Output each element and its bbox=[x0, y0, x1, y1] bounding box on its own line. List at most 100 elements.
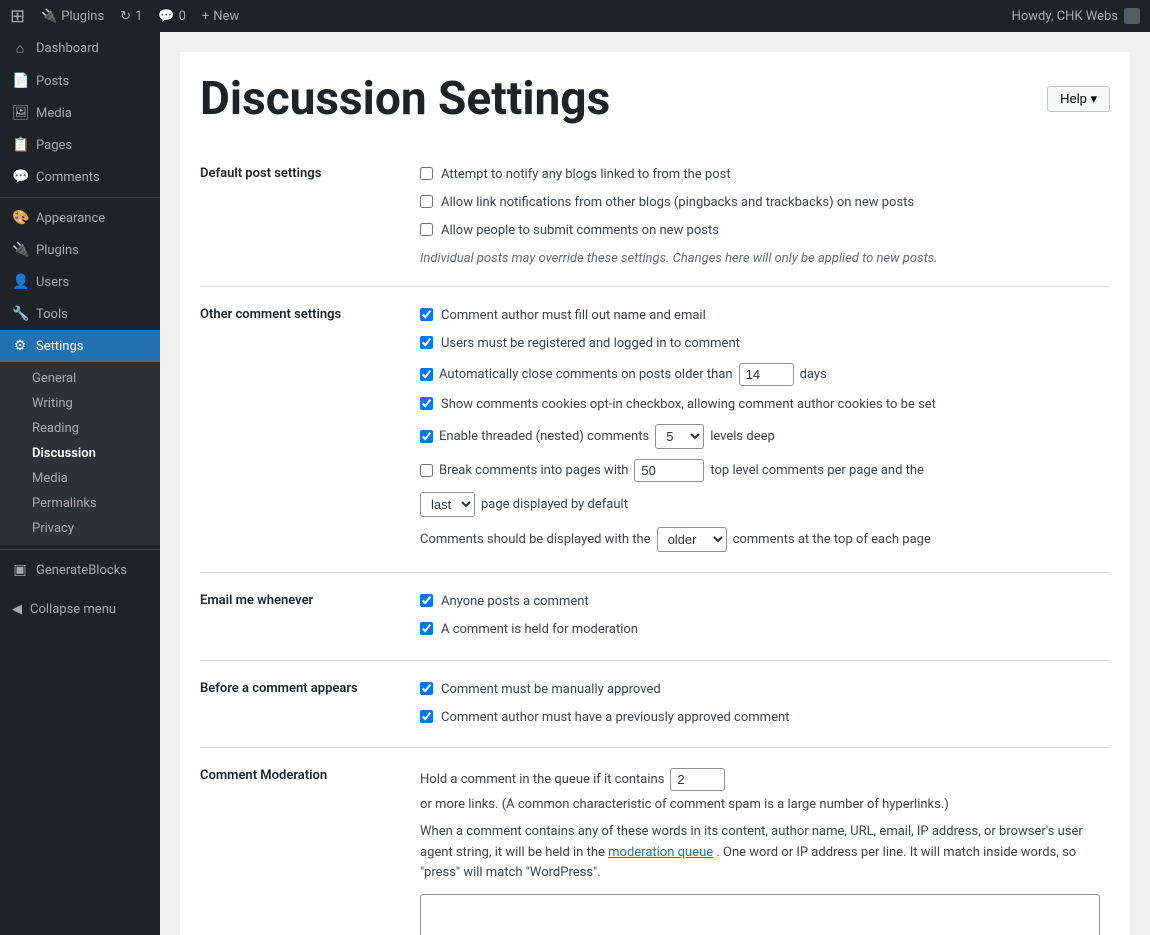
section-content-moderation: Hold a comment in the queue if it contai… bbox=[410, 747, 1110, 935]
checkbox-registered-only[interactable] bbox=[420, 336, 433, 349]
inline-row-page-displayed: last first page displayed by default bbox=[420, 492, 1100, 517]
collapse-menu-button[interactable]: ◀ Collapse menu bbox=[0, 594, 160, 625]
section-label-moderation: Comment Moderation bbox=[200, 747, 410, 935]
label-notify-blogs: Attempt to notify any blogs linked to fr… bbox=[441, 166, 731, 184]
help-button[interactable]: Help ▾ bbox=[1047, 86, 1110, 112]
submenu-media[interactable]: Media bbox=[0, 466, 160, 491]
generateblocks-icon: ▣ bbox=[12, 562, 28, 578]
checkbox-anyone-posts[interactable] bbox=[420, 594, 433, 607]
checkbox-row-anyone-posts: Anyone posts a comment bbox=[420, 593, 1100, 611]
settings-table: Default post settings Attempt to notify … bbox=[200, 146, 1110, 935]
checkbox-author-fill-out[interactable] bbox=[420, 308, 433, 321]
label-display-order-after: comments at the top of each page bbox=[733, 532, 931, 547]
checkbox-notify-blogs[interactable] bbox=[420, 167, 433, 180]
main-content: Discussion Settings Help ▾ Default post … bbox=[160, 32, 1150, 935]
sidebar-item-plugins[interactable]: 🔌 Plugins bbox=[0, 234, 160, 266]
sidebar-item-dashboard[interactable]: ⌂ Dashboard bbox=[0, 32, 160, 65]
label-author-fill-out: Comment author must fill out name and em… bbox=[441, 307, 706, 325]
adminbar-plugins[interactable]: 🔌 Plugins bbox=[41, 9, 104, 24]
label-cookies: Show comments cookies opt-in checkbox, a… bbox=[441, 396, 936, 414]
sidebar-item-media[interactable]: 🖼 Media bbox=[0, 97, 160, 129]
menu-separator-2 bbox=[0, 549, 160, 550]
checkbox-row-held-moderation: A comment is held for moderation bbox=[420, 621, 1100, 639]
tools-icon: 🔧 bbox=[12, 306, 28, 322]
inline-row-threaded: Enable threaded (nested) comments 1234 5… bbox=[420, 424, 1100, 449]
avatar bbox=[1124, 8, 1140, 24]
section-content-email: Anyone posts a comment A comment is held… bbox=[410, 573, 1110, 660]
auto-close-days-input[interactable] bbox=[739, 363, 794, 386]
settings-icon: ⚙ bbox=[12, 338, 28, 354]
dashboard-icon: ⌂ bbox=[12, 40, 28, 57]
threaded-levels-select[interactable]: 1234 567 8910 bbox=[655, 424, 704, 449]
checkbox-row-allow-comments: Allow people to submit comments on new p… bbox=[420, 222, 1100, 240]
checkbox-row-previously-approved: Comment author must have a previously ap… bbox=[420, 709, 1100, 727]
submenu-permalinks[interactable]: Permalinks bbox=[0, 491, 160, 516]
pages-count-input[interactable] bbox=[634, 459, 704, 482]
submenu-writing[interactable]: Writing bbox=[0, 391, 160, 416]
section-label-email: Email me whenever bbox=[200, 573, 410, 660]
label-manually-approved: Comment must be manually approved bbox=[441, 681, 661, 699]
checkbox-threaded[interactable] bbox=[420, 430, 433, 443]
display-order-select[interactable]: older newer bbox=[657, 527, 727, 552]
moderation-words-textarea[interactable] bbox=[420, 894, 1100, 935]
collapse-icon: ◀ bbox=[12, 602, 22, 617]
checkbox-row-cookies: Show comments cookies opt-in checkbox, a… bbox=[420, 396, 1100, 414]
section-email-me-whenever: Email me whenever Anyone posts a comment… bbox=[200, 573, 1110, 660]
checkbox-row-notify-blogs: Attempt to notify any blogs linked to fr… bbox=[420, 166, 1100, 184]
adminbar-updates[interactable]: ↻ 1 bbox=[120, 9, 142, 24]
sidebar: ⌂ Dashboard 📄 Posts 🖼 Media 📋 Pages 💬 Co… bbox=[0, 32, 160, 935]
inline-row-pages: Break comments into pages with top level… bbox=[420, 459, 1100, 482]
inline-row-hold-links: Hold a comment in the queue if it contai… bbox=[420, 768, 1100, 812]
sidebar-item-pages[interactable]: 📋 Pages bbox=[0, 129, 160, 161]
sidebar-item-settings[interactable]: ⚙ Settings bbox=[0, 330, 160, 362]
admin-bar: ⊞ 🔌 Plugins ↻ 1 💬 0 + New Howdy, CHK Web… bbox=[0, 0, 1150, 32]
submenu-general[interactable]: General bbox=[0, 366, 160, 391]
sidebar-item-comments[interactable]: 💬 Comments bbox=[0, 161, 160, 193]
section-label-other-comment: Other comment settings bbox=[200, 286, 410, 573]
page-displayed-select[interactable]: last first bbox=[420, 492, 475, 517]
adminbar-user: Howdy, CHK Webs bbox=[1012, 8, 1140, 24]
comments-sidebar-icon: 💬 bbox=[12, 169, 28, 185]
moderation-queue-link[interactable]: moderation queue bbox=[608, 845, 713, 860]
submenu-privacy[interactable]: Privacy bbox=[0, 516, 160, 541]
checkbox-allow-link-notifications[interactable] bbox=[420, 195, 433, 208]
checkbox-allow-comments[interactable] bbox=[420, 223, 433, 236]
adminbar-new[interactable]: + New bbox=[202, 9, 239, 24]
media-icon: 🖼 bbox=[12, 105, 28, 121]
section-label-default-post: Default post settings bbox=[200, 146, 410, 286]
label-page-displayed: page displayed by default bbox=[481, 497, 628, 512]
hold-links-input[interactable] bbox=[670, 768, 725, 791]
wp-logo[interactable]: ⊞ bbox=[10, 6, 25, 27]
label-threaded-before: Enable threaded (nested) comments bbox=[439, 429, 649, 444]
label-auto-close-before: Automatically close comments on posts ol… bbox=[439, 367, 733, 382]
checkbox-auto-close[interactable] bbox=[420, 368, 433, 381]
label-held-moderation: A comment is held for moderation bbox=[441, 621, 638, 639]
sidebar-item-tools[interactable]: 🔧 Tools bbox=[0, 298, 160, 330]
checkbox-held-moderation[interactable] bbox=[420, 622, 433, 635]
appearance-icon: 🎨 bbox=[12, 210, 28, 226]
sidebar-item-posts[interactable]: 📄 Posts bbox=[0, 65, 160, 97]
inline-row-display-order: Comments should be displayed with the ol… bbox=[420, 527, 1100, 552]
label-display-order-before: Comments should be displayed with the bbox=[420, 532, 651, 547]
checkbox-cookies[interactable] bbox=[420, 397, 433, 410]
plugins-sidebar-icon: 🔌 bbox=[12, 242, 28, 258]
users-icon: 👤 bbox=[12, 274, 28, 290]
submenu-discussion[interactable]: Discussion bbox=[0, 441, 160, 466]
section-comment-moderation: Comment Moderation Hold a comment in the… bbox=[200, 747, 1110, 935]
sidebar-item-users[interactable]: 👤 Users bbox=[0, 266, 160, 298]
page-title: Discussion Settings bbox=[200, 72, 610, 126]
checkbox-manually-approved[interactable] bbox=[420, 682, 433, 695]
section-other-comment-settings: Other comment settings Comment author mu… bbox=[200, 286, 1110, 573]
label-allow-comments: Allow people to submit comments on new p… bbox=[441, 222, 719, 240]
checkbox-row-link-notifications: Allow link notifications from other blog… bbox=[420, 194, 1100, 212]
label-anyone-posts: Anyone posts a comment bbox=[441, 593, 589, 611]
checkbox-pages[interactable] bbox=[420, 464, 433, 477]
checkbox-previously-approved[interactable] bbox=[420, 710, 433, 723]
plus-icon: + bbox=[202, 9, 209, 24]
label-previously-approved: Comment author must have a previously ap… bbox=[441, 709, 789, 727]
sidebar-item-generateblocks[interactable]: ▣ GenerateBlocks bbox=[0, 554, 160, 586]
submenu-reading[interactable]: Reading bbox=[0, 416, 160, 441]
section-label-before-comment: Before a comment appears bbox=[200, 660, 410, 747]
adminbar-comments[interactable]: 💬 0 bbox=[158, 9, 186, 24]
sidebar-item-appearance[interactable]: 🎨 Appearance bbox=[0, 202, 160, 234]
